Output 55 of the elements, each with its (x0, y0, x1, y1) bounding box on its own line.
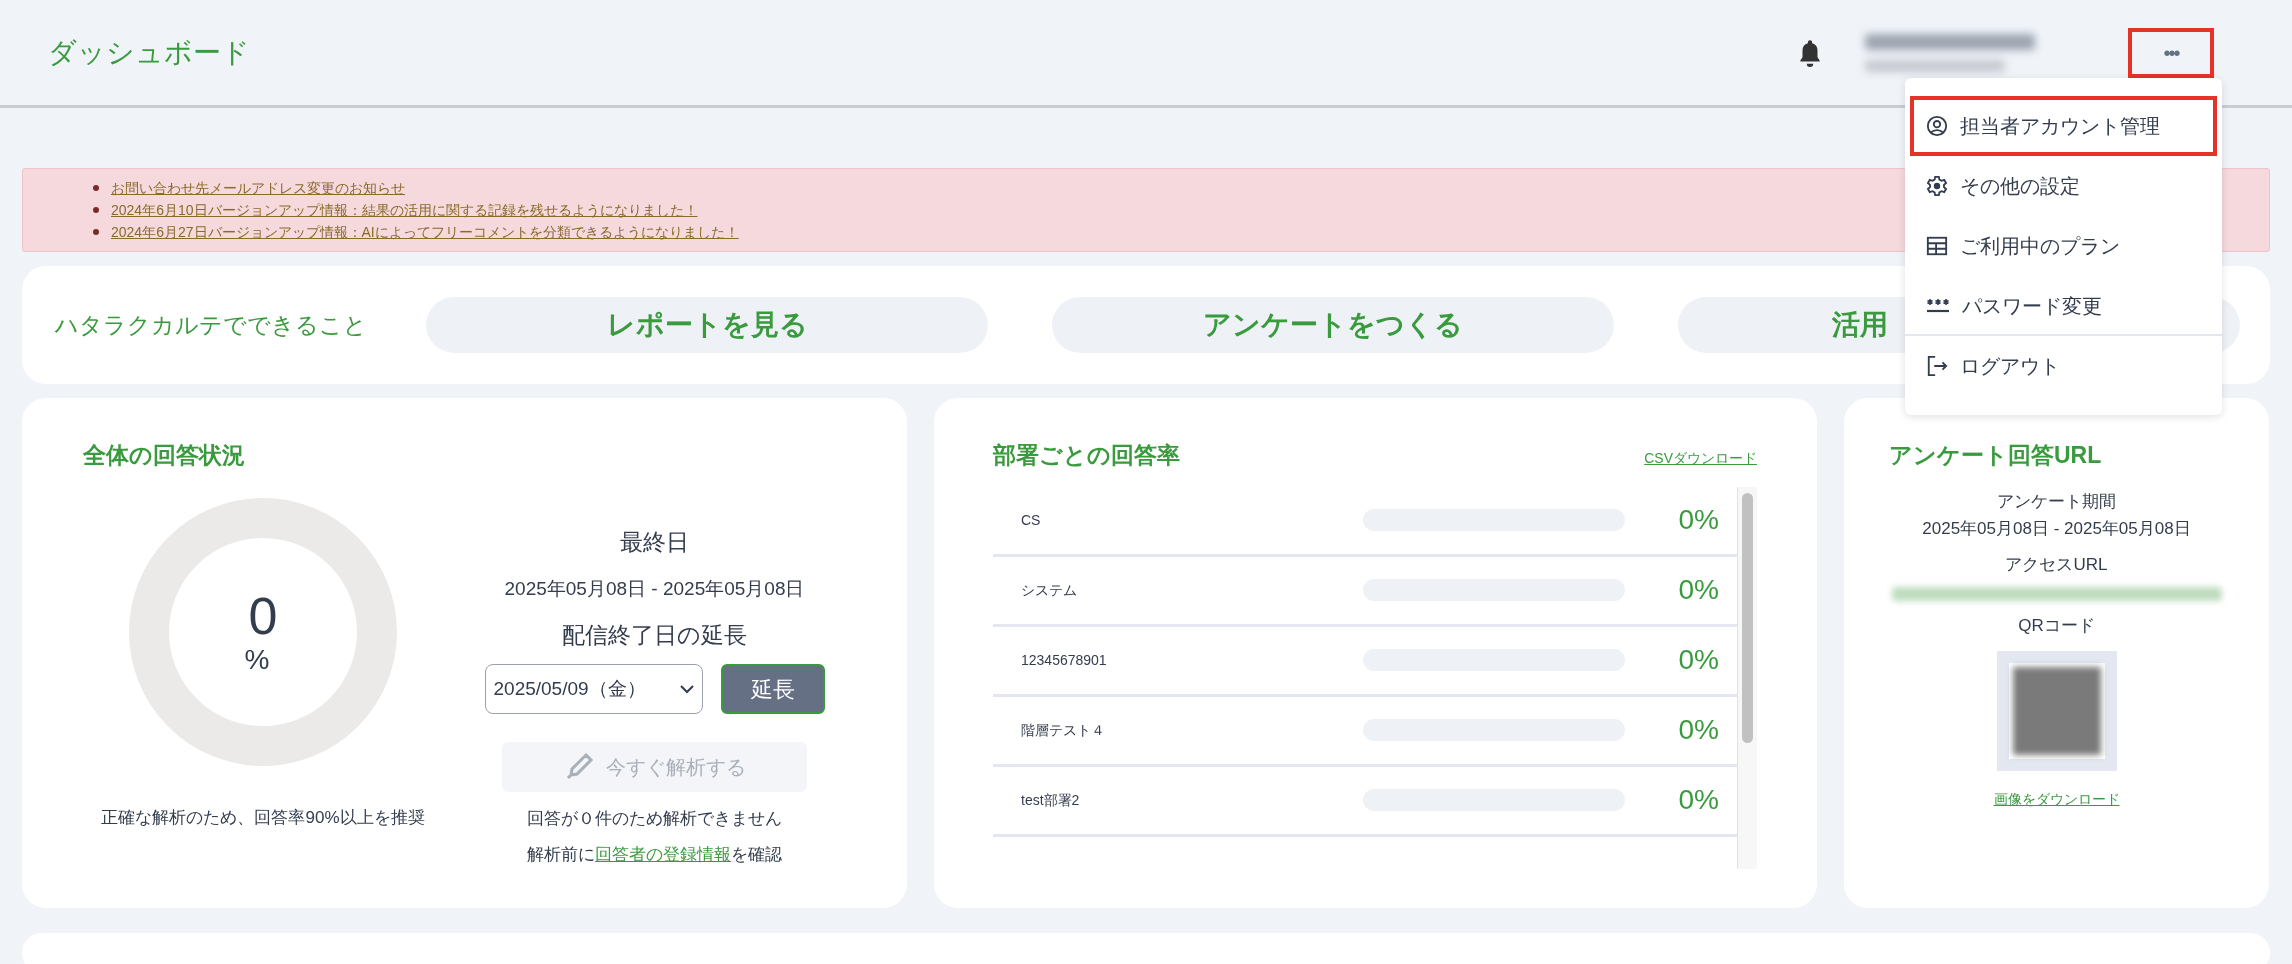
menu-item[interactable]: 担当者アカウント管理 (1910, 96, 2217, 156)
chevron-down-icon (679, 684, 694, 694)
department-rate: 0% (1677, 573, 1719, 607)
logout-icon (1926, 355, 1948, 377)
card-title: アンケート回答URL (1889, 441, 2102, 470)
bell-icon[interactable] (1797, 37, 1823, 68)
settings-icon (1926, 175, 1948, 197)
survey-period-label: アンケート期間 (1997, 490, 2116, 513)
access-url-label: アクセスURL (2005, 553, 2108, 576)
extend-button[interactable]: 延長 (720, 664, 825, 714)
password-icon (1926, 298, 1950, 314)
menu-item[interactable]: パスワード変更 (1910, 276, 2217, 336)
department-rate: 0% (1677, 783, 1719, 817)
menu-item[interactable]: その他の設定 (1910, 156, 2217, 216)
recommendation-text: 正確な解析のため、回答率90%以上を推奨 (101, 806, 425, 829)
bullet-icon (93, 185, 99, 191)
department-rate: 0% (1677, 713, 1719, 747)
blurred-url[interactable] (1891, 587, 2222, 601)
notice-link[interactable]: 2024年6月27日バージョンアップ情報：AIによってフリーコメントを分類できるようになりました！ (111, 221, 739, 243)
department-rate: 0% (1677, 643, 1719, 677)
menu-item[interactable]: ご利用中のプラン (1910, 216, 2217, 276)
survey-period-text: 2025年05月08日 - 2025年05月08日 (1922, 518, 2191, 540)
registration-link[interactable]: 回答者の登録情報 (595, 844, 731, 864)
department-name: システム (1021, 580, 1078, 600)
menu-item[interactable]: ログアウト (1910, 336, 2217, 396)
department-name: 12345678901 (1021, 650, 1108, 670)
csv-download-link[interactable]: CSVダウンロード (1644, 448, 1757, 469)
feature-button[interactable]: レポートを見る (426, 297, 988, 353)
scrollbar[interactable] (1737, 486, 1757, 869)
extend-label: 配信終了日の延長 (562, 620, 747, 650)
card-title: 部署ごとの回答率 (993, 441, 1180, 470)
rate-value: 0 (248, 587, 278, 644)
card-title: 全体の回答状況 (83, 441, 246, 470)
feature-button[interactable]: アンケートをつくる (1052, 297, 1614, 353)
table-icon (1926, 235, 1948, 257)
deadline-label: 最終日 (620, 527, 689, 557)
bullet-icon (93, 229, 99, 235)
bullet-icon (93, 207, 99, 213)
user-circle-icon (1926, 115, 1948, 137)
department-name: test部署2 (1021, 790, 1081, 810)
department-name: 階層テスト４ (1021, 720, 1106, 740)
more-button[interactable]: ••• (2128, 27, 2214, 78)
cannot-analyze-text: 回答が０件のため解析できません (527, 808, 782, 830)
page-title: ダッシュボード (48, 35, 250, 70)
check-registration-text: 解析前に回答者の登録情報を確認 (527, 843, 782, 866)
notice-link[interactable]: お問い合わせ先メールアドレス変更のお知らせ (111, 177, 405, 199)
notice-link[interactable]: 2024年6月10日バージョンアップ情報：結果の活用に関する記録を残せるようになりました！ (111, 199, 698, 221)
department-rate: 0% (1677, 503, 1719, 537)
image-download-link[interactable]: 画像をダウンロード (1993, 788, 2120, 810)
period-text: 2025年05月08日 - 2025年05月08日 (504, 577, 805, 601)
features-label: ハタラクカルテでできること (55, 310, 368, 340)
rate-unit: % (244, 643, 270, 676)
date-select[interactable]: 2025/05/09（金） (484, 664, 703, 714)
qr-code-label: QRコード (2018, 615, 2095, 637)
department-name: CS (1021, 510, 1042, 530)
